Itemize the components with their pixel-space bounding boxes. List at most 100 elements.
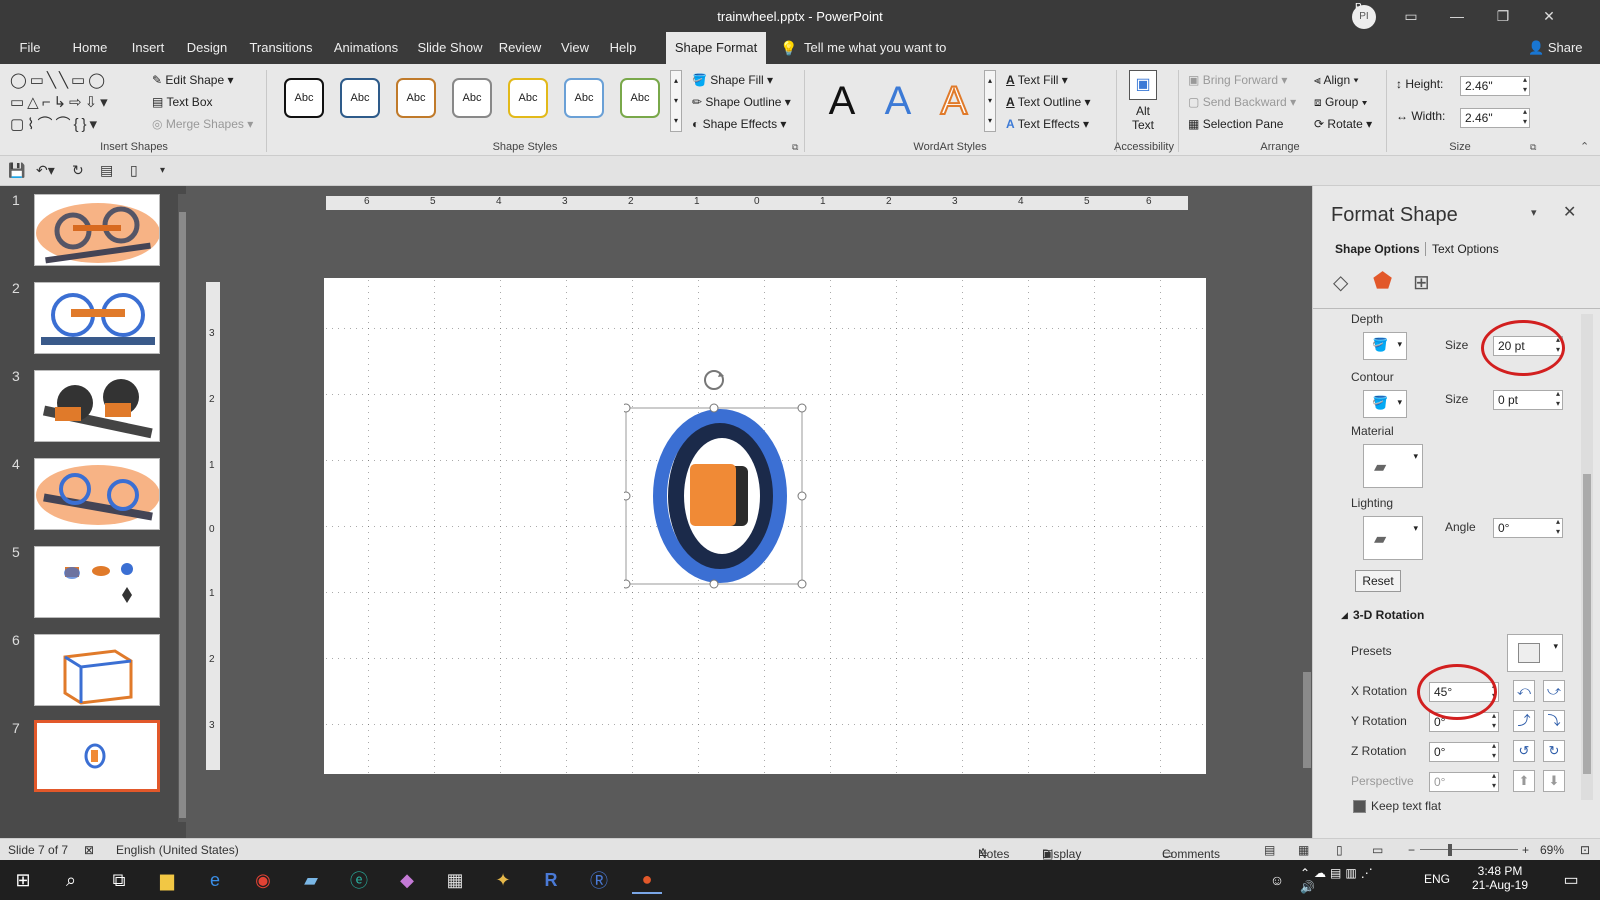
zoom-slider[interactable]: [1420, 849, 1518, 850]
notifications-icon[interactable]: ▭: [1556, 866, 1586, 894]
perspective-decrease-icon[interactable]: ⬇: [1543, 770, 1565, 792]
shape-outline-button[interactable]: ✏ Shape Outline ▾: [692, 92, 791, 112]
start-from-beginning-icon[interactable]: ▤: [100, 162, 113, 179]
normal-view-icon[interactable]: ▤: [1264, 843, 1275, 857]
presets-dropdown[interactable]: [1507, 634, 1563, 672]
tab-transitions[interactable]: Transitions: [244, 32, 318, 64]
tab-slide-show[interactable]: Slide Show: [414, 32, 486, 64]
slide-sorter-icon[interactable]: ▦: [1298, 843, 1309, 857]
maps-app-icon[interactable]: ◆: [392, 866, 422, 894]
rotate-button[interactable]: ⟳ Rotate ▾: [1314, 114, 1372, 134]
chrome-browser-icon[interactable]: ◉: [248, 866, 278, 894]
shape-fill-button[interactable]: 🪣 Shape Fill ▾: [692, 70, 773, 90]
send-backward-button[interactable]: ▢ Send Backward ▾: [1188, 92, 1296, 112]
align-button[interactable]: ⫷ Align ▾: [1314, 70, 1359, 90]
slide-thumbnail-3[interactable]: [34, 370, 160, 442]
size-dialog-launcher-icon[interactable]: ⧉: [1530, 142, 1536, 153]
shape-effects-button[interactable]: ◐ Shape Effects ▾: [692, 114, 786, 134]
tab-home[interactable]: Home: [64, 32, 116, 64]
search-icon[interactable]: ⌕: [56, 866, 86, 894]
rotation-handle-icon[interactable]: [704, 370, 724, 390]
lighting-dropdown[interactable]: ▰: [1363, 516, 1423, 560]
text-box-button[interactable]: ▤ Text Box: [152, 92, 213, 112]
reading-view-icon[interactable]: ▯: [1336, 843, 1343, 857]
reset-button[interactable]: Reset: [1355, 570, 1401, 592]
width-input[interactable]: 2.46": [1460, 107, 1530, 128]
slide-canvas[interactable]: [324, 278, 1206, 774]
collapse-ribbon-icon[interactable]: ⌃: [1580, 140, 1589, 153]
selection-pane-button[interactable]: ▦ Selection Pane: [1188, 114, 1283, 134]
shape-style-1[interactable]: Abc: [284, 78, 324, 118]
shape-style-5[interactable]: Abc: [508, 78, 548, 118]
slide-thumbnail-4[interactable]: [34, 458, 160, 530]
new-file-icon[interactable]: ▯: [130, 162, 138, 179]
y-rotate-up-icon[interactable]: ⤴: [1513, 710, 1535, 732]
close-icon[interactable]: ✕: [1526, 0, 1572, 32]
shape-gallery[interactable]: ◯▭╲╲▭◯ ▭△⌐↳⇨⇩▾ ▢⌇⌒⌒{}▾: [10, 70, 144, 136]
text-fill-button[interactable]: A Text Fill ▾: [1006, 70, 1068, 90]
bring-forward-button[interactable]: ▣ Bring Forward ▾: [1188, 70, 1287, 90]
dialog-launcher-icon[interactable]: ⧉: [792, 142, 798, 153]
slide-thumbnail-6[interactable]: [34, 634, 160, 706]
zoom-level[interactable]: 69%: [1540, 843, 1564, 857]
shape-style-4[interactable]: Abc: [452, 78, 492, 118]
tab-shape-format[interactable]: Shape Format: [666, 32, 766, 64]
powerpoint-taskbar-icon[interactable]: ●: [632, 866, 662, 894]
z-rotate-ccw-icon[interactable]: ↺: [1513, 740, 1535, 762]
group-button[interactable]: ⧈ Group ▾: [1314, 92, 1368, 112]
app-icon-e[interactable]: ⓔ: [344, 866, 374, 894]
slide-thumbnail-5[interactable]: [34, 546, 160, 618]
fit-slide-icon[interactable]: ⊡: [1580, 843, 1590, 857]
close-pane-icon[interactable]: ✕: [1563, 202, 1576, 222]
x-rotate-left-icon[interactable]: ⤺: [1513, 680, 1535, 702]
user-avatar[interactable]: PI: [1352, 5, 1376, 29]
undo-icon[interactable]: ↶▾: [36, 162, 55, 179]
tell-me-search[interactable]: Tell me what you want to do: [804, 32, 964, 87]
edge-browser-icon[interactable]: e: [200, 866, 230, 894]
shape-style-3[interactable]: Abc: [396, 78, 436, 118]
material-dropdown[interactable]: ▰: [1363, 444, 1423, 488]
calculator-icon[interactable]: ▦: [440, 866, 470, 894]
edit-shape-button[interactable]: ✎ Edit Shape ▾: [152, 70, 233, 90]
contour-size-input[interactable]: 0 pt: [1493, 389, 1563, 410]
depth-color-dropdown[interactable]: 🪣: [1363, 332, 1407, 360]
slide-thumbnail-2[interactable]: [34, 282, 160, 354]
minimize-icon[interactable]: —: [1434, 0, 1480, 32]
y-rotate-down-icon[interactable]: ⤵: [1543, 710, 1565, 732]
wordart-style-blue[interactable]: A: [874, 78, 922, 124]
merge-shapes-button[interactable]: ◎ Merge Shapes ▾: [152, 114, 253, 134]
wordart-style-orange-outline[interactable]: A: [930, 78, 978, 124]
tab-file[interactable]: File: [10, 32, 50, 64]
shape-style-6[interactable]: Abc: [564, 78, 604, 118]
zoom-in-icon[interactable]: +: [1522, 843, 1529, 857]
people-icon[interactable]: ☺: [1262, 866, 1292, 894]
tab-help[interactable]: Help: [604, 32, 642, 64]
tab-animations[interactable]: Animations: [326, 32, 406, 64]
restore-icon[interactable]: ❐: [1480, 0, 1526, 32]
paint-app-icon[interactable]: ✦: [488, 866, 518, 894]
wordart-more-icon[interactable]: ▴ ▾ ▾: [984, 70, 996, 132]
save-icon[interactable]: 💾: [8, 162, 25, 179]
selected-ring-shape[interactable]: [624, 364, 814, 590]
zoom-out-icon[interactable]: −: [1408, 843, 1415, 857]
spelling-icon[interactable]: ⊠: [84, 843, 94, 857]
share-button[interactable]: 👤 Share: [1528, 40, 1583, 56]
pane-scrollbar[interactable]: [1581, 314, 1593, 800]
text-options-tab[interactable]: Text Options: [1425, 242, 1499, 256]
r-app-icon[interactable]: R: [536, 866, 566, 894]
slide-thumbnail-7[interactable]: [34, 720, 160, 792]
x-rotate-right-icon[interactable]: ⤻: [1543, 680, 1565, 702]
input-language[interactable]: ENG: [1424, 872, 1450, 886]
wordart-style-black[interactable]: A: [818, 78, 866, 124]
shape-style-2[interactable]: Abc: [340, 78, 380, 118]
tab-insert[interactable]: Insert: [124, 32, 172, 64]
slideshow-icon[interactable]: ▭: [1372, 843, 1383, 857]
ribbon-display-options-icon[interactable]: ▭: [1388, 0, 1434, 32]
text-outline-button[interactable]: A Text Outline ▾: [1006, 92, 1091, 112]
redo-icon[interactable]: ↻: [72, 162, 84, 179]
text-effects-button[interactable]: A Text Effects ▾: [1006, 114, 1089, 134]
pane-options-icon[interactable]: ▾: [1531, 206, 1537, 219]
shape-options-tab[interactable]: Shape Options: [1335, 242, 1420, 256]
task-view-icon[interactable]: ⧉: [104, 866, 134, 894]
z-rotate-cw-icon[interactable]: ↻: [1543, 740, 1565, 762]
